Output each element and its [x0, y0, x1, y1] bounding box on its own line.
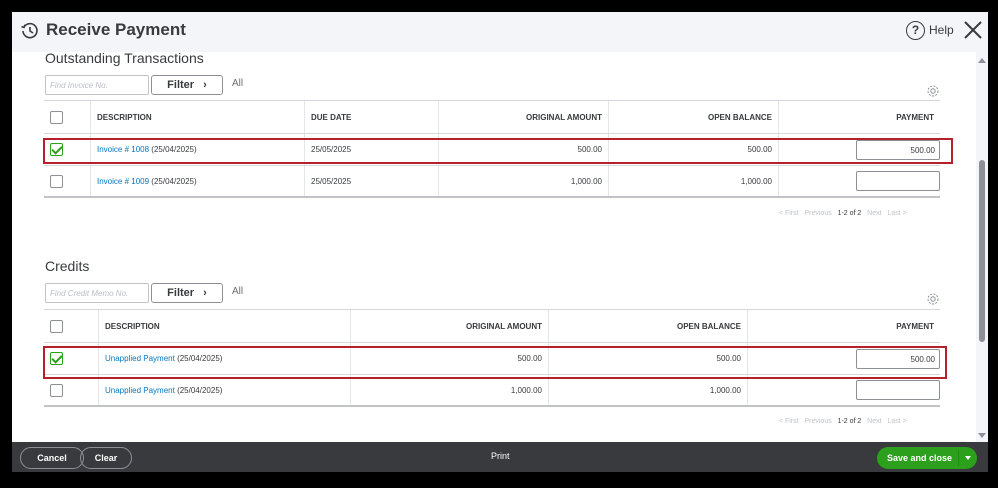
open-balance: 1,000.00	[608, 166, 778, 196]
selected-row-highlight	[43, 346, 947, 379]
chevron-right-icon: ›	[203, 287, 207, 299]
pager-last[interactable]: Last >	[887, 418, 906, 425]
original-amount: 1,000.00	[350, 375, 548, 405]
clear-button[interactable]: Clear	[80, 447, 132, 469]
frame-border	[0, 472, 998, 488]
column-header[interactable]: DESCRIPTION	[90, 101, 304, 133]
open-balance: 1,000.00	[548, 375, 747, 405]
pager-range: 1-2 of 2	[837, 210, 862, 217]
pager-first[interactable]: < First	[779, 210, 799, 217]
pager-next[interactable]: Next	[867, 418, 881, 425]
credit-date: (25/04/2025)	[177, 385, 223, 395]
column-header[interactable]: PAYMENT	[747, 310, 940, 342]
frame-border	[988, 0, 998, 488]
cancel-button[interactable]: Cancel	[20, 447, 84, 469]
scroll-up-arrow-icon[interactable]	[978, 58, 986, 63]
outstanding-pager: < First Previous 1-2 of 2 Next Last >	[779, 210, 907, 217]
scrollbar-thumb[interactable]	[979, 160, 985, 342]
credits-pager: < First Previous 1-2 of 2 Next Last >	[779, 418, 907, 425]
table-row[interactable]: Invoice # 1009 (25/04/2025) 25/05/2025 1…	[44, 166, 940, 198]
frame-border	[0, 0, 12, 488]
column-header[interactable]: ORIGINAL AMOUNT	[438, 101, 608, 133]
filter-label: Filter	[167, 287, 195, 299]
row-checkbox[interactable]	[50, 383, 63, 397]
credit-link[interactable]: Unapplied Payment	[105, 386, 175, 395]
pager-last[interactable]: Last >	[887, 210, 906, 217]
pager-range: 1-2 of 2	[837, 418, 862, 425]
pager-previous[interactable]: Previous	[804, 210, 831, 217]
table-row[interactable]: Unapplied Payment (25/04/2025) 1,000.00 …	[44, 375, 940, 407]
frame-border	[0, 0, 998, 12]
credits-section-title: Credits	[45, 258, 90, 274]
column-header[interactable]: OPEN BALANCE	[548, 310, 747, 342]
save-and-close-button[interactable]: Save and close	[877, 447, 977, 469]
original-amount: 1,000.00	[438, 166, 608, 196]
outstanding-table-header: DESCRIPTION DUE DATE ORIGINAL AMOUNT OPE…	[44, 100, 940, 134]
gear-icon[interactable]	[926, 292, 940, 306]
pager-next[interactable]: Next	[867, 210, 881, 217]
outstanding-filter-button[interactable]: Filter ›	[151, 75, 223, 95]
help-link[interactable]: Help	[929, 23, 954, 37]
footer-bar: Cancel Clear Print Save and close	[12, 442, 988, 472]
close-icon[interactable]	[962, 19, 984, 41]
column-header[interactable]: DESCRIPTION	[98, 310, 350, 342]
pager-first[interactable]: < First	[779, 418, 799, 425]
column-header[interactable]: PAYMENT	[778, 101, 940, 133]
save-and-close-label: Save and close	[887, 453, 953, 463]
find-credit-memo-input[interactable]: Find Credit Memo No.	[45, 283, 149, 303]
find-invoice-input[interactable]: Find Invoice No.	[45, 75, 149, 95]
filter-label: Filter	[167, 79, 195, 91]
help-icon[interactable]: ?	[906, 21, 925, 40]
chevron-right-icon: ›	[203, 79, 207, 91]
receive-payment-window: Receive Payment ? Help Outstanding Trans…	[0, 0, 998, 488]
invoice-link[interactable]: Invoice # 1009	[97, 177, 149, 186]
history-icon[interactable]	[20, 21, 40, 41]
scroll-down-arrow-icon[interactable]	[978, 433, 986, 438]
row-checkbox[interactable]	[50, 174, 63, 188]
header-bar: Receive Payment ? Help	[12, 12, 988, 52]
credits-filter-button[interactable]: Filter ›	[151, 283, 223, 303]
outstanding-all-label[interactable]: All	[232, 78, 243, 89]
credits-table-header: DESCRIPTION ORIGINAL AMOUNT OPEN BALANCE…	[44, 309, 940, 343]
page-title: Receive Payment	[46, 20, 186, 39]
payment-input[interactable]	[856, 171, 940, 191]
invoice-date: (25/04/2025)	[151, 176, 197, 186]
select-all-checkbox[interactable]	[50, 110, 63, 124]
outstanding-section-title: Outstanding Transactions	[45, 52, 204, 66]
split-divider	[958, 450, 959, 466]
dropdown-caret-icon[interactable]	[965, 456, 971, 460]
gear-icon[interactable]	[926, 84, 940, 98]
select-all-checkbox[interactable]	[50, 319, 63, 333]
payment-input[interactable]	[856, 380, 940, 400]
column-header[interactable]: DUE DATE	[304, 101, 438, 133]
selected-row-highlight	[43, 138, 953, 164]
pager-previous[interactable]: Previous	[804, 418, 831, 425]
credits-all-label[interactable]: All	[232, 286, 243, 297]
column-header[interactable]: ORIGINAL AMOUNT	[350, 310, 548, 342]
vertical-scrollbar[interactable]	[976, 52, 988, 442]
column-header[interactable]: OPEN BALANCE	[608, 101, 778, 133]
main-content: Outstanding Transactions Find Invoice No…	[12, 52, 976, 442]
due-date: 25/05/2025	[304, 166, 438, 196]
print-button[interactable]: Print	[491, 451, 510, 461]
